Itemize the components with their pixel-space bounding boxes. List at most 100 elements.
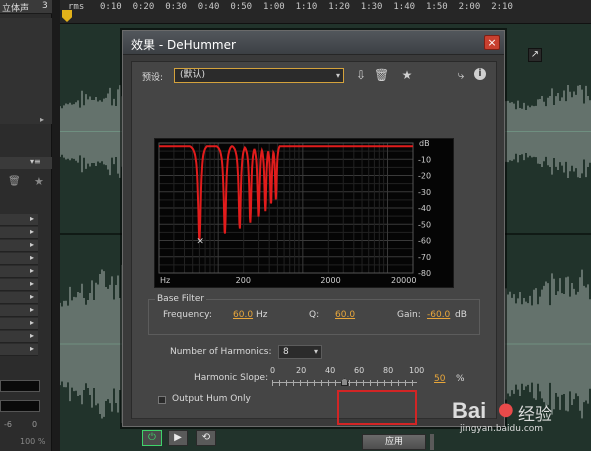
- trash-icon[interactable]: 🗑: [8, 176, 21, 187]
- effect-slot[interactable]: ▸: [0, 253, 38, 265]
- dialog-titlebar[interactable]: 效果 - DeHummer ×: [123, 31, 504, 55]
- timeline-tick: 0:50: [230, 2, 253, 12]
- timeline-tick: 1:40: [393, 2, 416, 12]
- slot-arrow-icon: ▸: [30, 318, 35, 327]
- star-icon[interactable]: ★: [400, 68, 414, 82]
- timeline-tick: rms: [68, 2, 85, 12]
- slope-unit: %: [456, 374, 465, 384]
- info-icon[interactable]: i: [474, 68, 486, 80]
- db-tick-label: -40: [418, 204, 431, 213]
- slope-tick: 80: [383, 366, 394, 375]
- watermark: Bai ● 经验 jingyan.baidu.com: [452, 398, 586, 436]
- left-panel: 立体声 3 ▸ ▾≡ 🗑 ★ ▸ ▸ ▸ ▸ ▸ ▸ ▸ ▸ ▸ ▸ ▸ -6 0 100 %: [0, 0, 52, 451]
- freq-tick-label: 20000: [391, 276, 416, 285]
- q-label: Q:: [309, 310, 320, 320]
- slot-arrow-icon: ▸: [30, 240, 35, 249]
- effect-slot[interactable]: ▸: [0, 344, 38, 356]
- level-meter-2: [0, 400, 40, 412]
- slope-tick: 0: [270, 366, 276, 375]
- slope-tick: 60: [354, 366, 365, 375]
- filter-graph[interactable]: dB -10 -20 -30 -40 -50 -60 -70 -80 Hz 200 2000 20000…: [154, 138, 454, 288]
- close-side-button[interactable]: [430, 434, 434, 450]
- channel-number: 3: [42, 1, 48, 11]
- channel-title: 立体声: [2, 4, 30, 14]
- timeline-tick: 0:20: [132, 2, 155, 12]
- effect-slot[interactable]: ▸: [0, 292, 38, 304]
- effects-rack: ▸ ▸ ▸ ▸ ▸ ▸ ▸ ▸ ▸ ▸ ▸: [0, 214, 52, 364]
- slope-ticks: 0 20 40 60 80 100: [270, 366, 424, 375]
- watermark-brand: Bai: [452, 398, 487, 423]
- db-tick-label: -50: [418, 220, 431, 229]
- freq-tick-label: 200: [236, 276, 251, 285]
- dehummer-dialog: 效果 - DeHummer × 预设: (默认) ▾ ⇩ 🗑 ★ ⤷ i dB -…: [122, 30, 505, 450]
- chevron-down-icon: ▾: [335, 71, 340, 80]
- slope-value[interactable]: 50: [434, 374, 445, 384]
- loop-icon[interactable]: ⟲: [196, 430, 216, 446]
- effect-panel: 预设: (默认) ▾ ⇩ 🗑 ★ ⤷ i dB -10 -20 -30 -40 -50 -6…: [131, 61, 497, 450]
- db-tick-label: -30: [418, 188, 431, 197]
- preset-select[interactable]: (默认) ▾: [174, 68, 344, 83]
- freq-tick-label: 2000: [320, 276, 340, 285]
- timeline-tick: 2:10: [491, 2, 513, 12]
- timeline-tick: 1:30: [360, 2, 383, 12]
- timeline-tick: 1:50: [426, 2, 448, 12]
- power-toggle-icon[interactable]: ⏻: [142, 430, 162, 446]
- menu-icon[interactable]: ▾≡: [30, 157, 41, 166]
- gain-value[interactable]: -60.0: [427, 310, 450, 320]
- effect-slot[interactable]: ▸: [0, 318, 38, 330]
- frequency-value[interactable]: 60.0: [233, 310, 253, 320]
- slot-arrow-icon: ▸: [30, 214, 35, 223]
- effect-slot[interactable]: ▸: [0, 227, 38, 239]
- db-unit-label: dB: [419, 139, 430, 148]
- output-hum-only-checkbox[interactable]: [158, 396, 166, 404]
- left-panel-list: [0, 18, 52, 124]
- timeline-ruler[interactable]: rms 0:10 0:20 0:30 0:40 0:50 1:00 1:10 1:20 1:30 1…: [60, 0, 591, 24]
- effect-slot[interactable]: ▸: [0, 331, 38, 343]
- paw-icon: ●: [498, 399, 514, 420]
- scroll-right-icon[interactable]: ▸: [40, 115, 44, 124]
- effect-slot[interactable]: ▸: [0, 240, 38, 252]
- gain-label: Gain:: [397, 310, 421, 320]
- effect-slot[interactable]: ▸: [0, 305, 38, 317]
- left-panel-header: 立体声 3: [0, 0, 52, 14]
- trash-icon[interactable]: 🗑: [374, 68, 389, 82]
- routing-icon[interactable]: ⤷: [454, 68, 468, 82]
- timeline-tick: 0:40: [197, 2, 220, 12]
- slot-arrow-icon: ▸: [30, 279, 35, 288]
- close-button[interactable]: ×: [484, 35, 500, 50]
- save-preset-icon[interactable]: ⇩: [354, 68, 368, 82]
- slope-label: Harmonic Slope:: [194, 373, 269, 383]
- db-tick-label: -20: [418, 172, 431, 181]
- divider: [132, 418, 496, 419]
- timeline-tick: 1:00: [263, 2, 285, 12]
- toolbar-row: ▾≡: [0, 157, 52, 169]
- expand-icon[interactable]: ↗: [528, 48, 542, 62]
- base-filter-legend: Base Filter: [155, 294, 207, 304]
- db-tick-label: -70: [418, 253, 431, 262]
- timeline-tick: 1:20: [328, 2, 350, 12]
- slope-tick: 40: [325, 366, 336, 375]
- q-value[interactable]: 60.0: [335, 310, 355, 320]
- timeline-tick: 0:10: [100, 2, 122, 12]
- filter-response-curve[interactable]: [159, 145, 413, 240]
- effect-slot[interactable]: ▸: [0, 266, 38, 278]
- base-filter-handle-icon[interactable]: ×: [196, 237, 204, 247]
- zoom-percent: 100 %: [20, 437, 46, 446]
- db-tick-label: -60: [418, 237, 431, 246]
- harmonics-value: 8: [283, 347, 289, 357]
- watermark-url: jingyan.baidu.com: [460, 424, 544, 434]
- slope-track[interactable]: [272, 378, 417, 386]
- play-icon[interactable]: ▶: [168, 430, 188, 446]
- watermark-brand2: 经验: [518, 405, 552, 425]
- star-icon[interactable]: ★: [34, 175, 44, 188]
- effect-slot[interactable]: ▸: [0, 279, 38, 291]
- harmonics-select[interactable]: 8 ▾: [278, 345, 322, 359]
- base-filter-group: Base Filter Frequency: 60.0 Hz Q: 60.0 G…: [148, 294, 480, 335]
- meter-scale-left: -6: [4, 420, 12, 429]
- slot-arrow-icon: ▸: [30, 331, 35, 340]
- slope-tick: 100: [409, 366, 425, 375]
- apply-button[interactable]: 应用: [362, 434, 426, 450]
- effect-slot[interactable]: ▸: [0, 214, 38, 226]
- db-tick-label: -10: [418, 155, 431, 164]
- slope-thumb[interactable]: [341, 378, 348, 386]
